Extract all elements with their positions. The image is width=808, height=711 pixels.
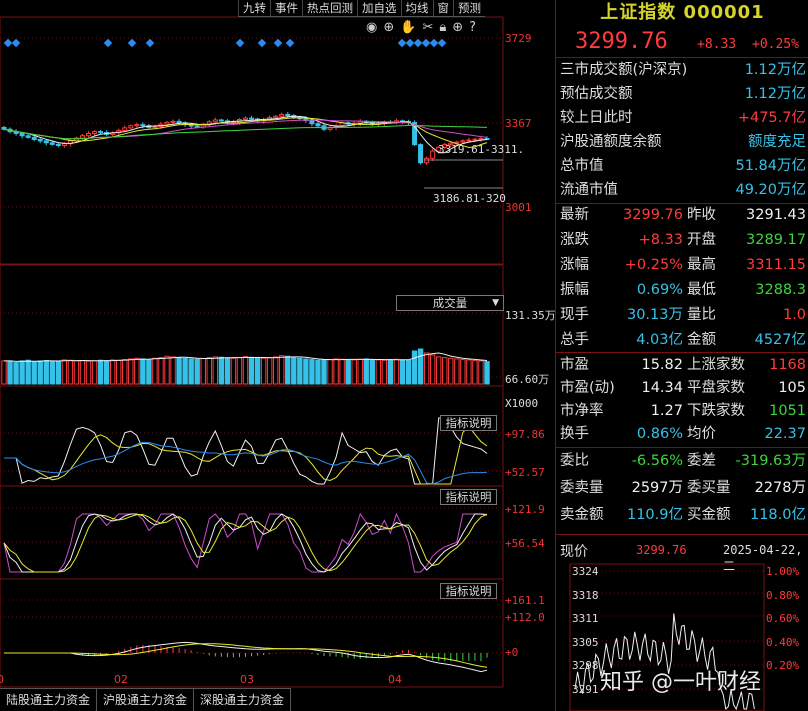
intraday-pct-label: 0.20%	[766, 659, 800, 672]
intraday-y-label: 3305	[572, 635, 599, 649]
intraday-pct-label: 0.40%	[766, 635, 800, 649]
intraday-y-label: 3291	[572, 682, 599, 696]
intraday-pct-label: 0.60%	[766, 612, 800, 625]
intraday-pct-label: 0.80%	[766, 588, 800, 602]
intraday-y-label: 3298	[572, 659, 599, 672]
intraday-y-label: 3311	[572, 612, 599, 625]
watermark-text: 知乎 @一叶财经	[600, 670, 761, 695]
intraday-y-label: 3324	[572, 565, 599, 578]
intraday-chart[interactable]	[0, 0, 808, 711]
intraday-pct-label: 1.00%	[766, 565, 800, 578]
intraday-y-label: 3318	[572, 588, 599, 602]
